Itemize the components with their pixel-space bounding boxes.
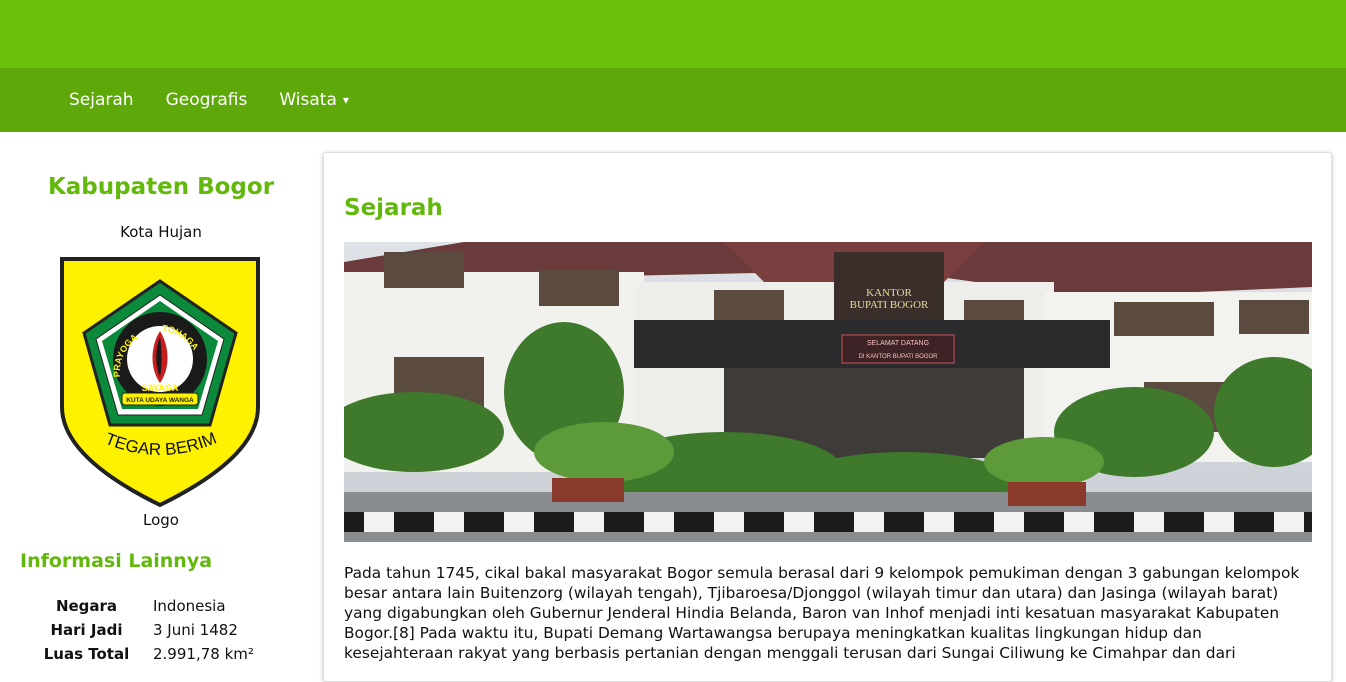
info-table: Negara Indonesia Hari Jadi 3 Juni 1482 L…: [20, 594, 320, 666]
welcome-banner-line2: DI KANTOR BUPATI BOGOR: [858, 354, 938, 360]
building-sign-line2: BUPATI BOGOR: [850, 299, 929, 311]
building-sign-line1: KANTOR: [866, 287, 912, 299]
nav-label: Wisata: [279, 90, 337, 110]
info-row: Hari Jadi 3 Juni 1482: [20, 618, 320, 642]
info-key: Luas Total: [43, 645, 130, 663]
logo-caption: Logo: [143, 511, 179, 529]
region-nickname: Kota Hujan: [120, 223, 202, 241]
emblem-ribbon-text: KUTA UDAYA WANGA: [126, 397, 194, 404]
info-value: 3 Juni 1482: [153, 621, 238, 639]
info-section-title: Informasi Lainnya: [20, 550, 213, 572]
nav-item-sejarah[interactable]: Sejarah: [69, 90, 134, 110]
section-title: Sejarah: [344, 195, 443, 221]
content-card: Sejarah KANTOR BUPATI BOGOR SELAMAT DATA…: [323, 152, 1332, 682]
top-banner: [0, 0, 1346, 68]
nav-label: Sejarah: [69, 90, 134, 110]
region-title: Kabupaten Bogor: [47, 174, 275, 200]
welcome-banner-line1: SELAMAT DATANG: [867, 340, 929, 347]
info-row: Negara Indonesia: [20, 594, 320, 618]
office-building-photo: KANTOR BUPATI BOGOR SELAMAT DATANG DI KA…: [344, 242, 1312, 542]
info-key: Hari Jadi: [50, 621, 123, 639]
emblem-center-text: SAYAGA: [142, 383, 179, 393]
history-paragraph: Pada tahun 1745, cikal bakal masyarakat …: [344, 564, 1300, 662]
regency-emblem: PRAYOGA TOHAGA SAYAGA KUTA UDAYA WANGA T…: [52, 242, 262, 508]
caret-down-icon: ▾: [342, 93, 349, 107]
nav-item-geografis[interactable]: Geografis: [166, 90, 248, 110]
building-photo-image: KANTOR BUPATI BOGOR SELAMAT DATANG DI KA…: [344, 242, 1312, 542]
sidebar: Kabupaten Bogor Kota Hujan PRAYOGA TOHAG…: [0, 132, 322, 666]
shield-emblem-icon: PRAYOGA TOHAGA SAYAGA KUTA UDAYA WANGA T…: [52, 242, 260, 508]
nav-label: Geografis: [165, 90, 248, 110]
info-key: Negara: [55, 597, 118, 615]
info-row: Luas Total 2.991,78 km²: [20, 642, 320, 666]
info-value: 2.991,78 km²: [153, 645, 254, 663]
info-value: Indonesia: [153, 597, 226, 615]
main-navigation: Sejarah Geografis Wisata ▾: [0, 68, 1346, 132]
nav-item-wisata-dropdown[interactable]: Wisata ▾: [279, 90, 349, 110]
